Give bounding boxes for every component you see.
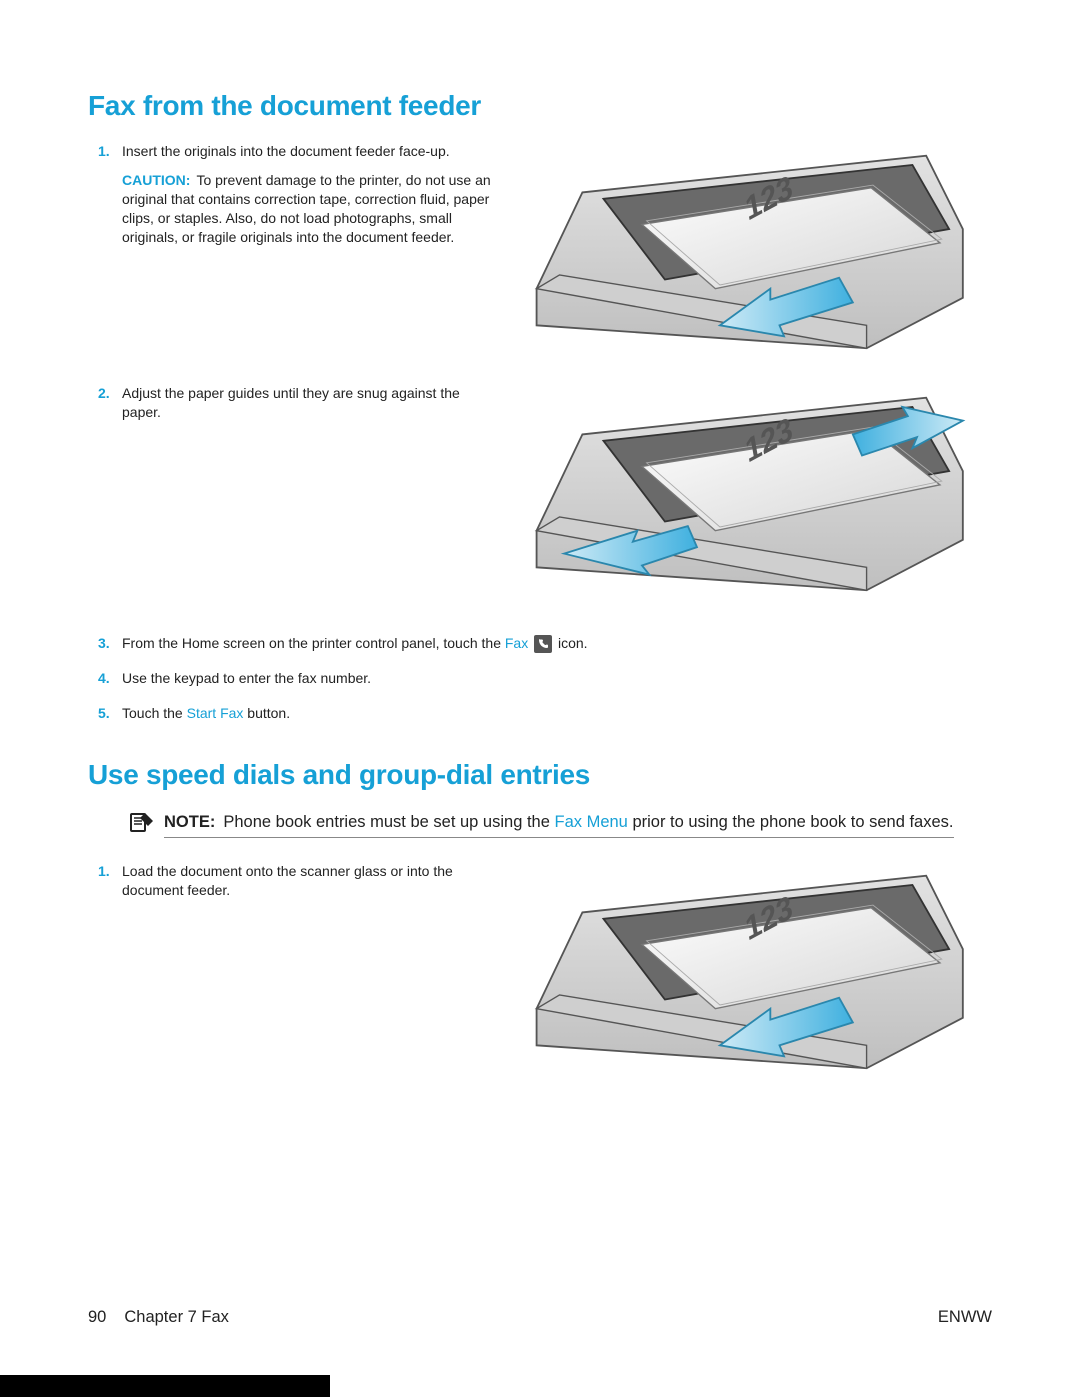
- note-text: prior to using the phone book to send fa…: [628, 813, 954, 831]
- start-fax-link: Start Fax: [187, 705, 244, 721]
- phone-icon: [534, 635, 552, 653]
- note-label: NOTE:: [164, 813, 215, 831]
- fax-link: Fax: [505, 635, 528, 651]
- fax-menu-link: Fax Menu: [554, 813, 627, 831]
- footer-right: ENWW: [938, 1308, 992, 1327]
- note-text: Phone book entries must be set up using …: [223, 813, 554, 831]
- step-number: 4.: [88, 669, 122, 688]
- step-number: 3.: [88, 634, 122, 653]
- page-number: 90: [88, 1308, 106, 1327]
- illustration-feeder-insert: 123: [512, 142, 992, 362]
- step-text: From the Home screen on the printer cont…: [122, 635, 505, 651]
- caution-label: CAUTION:: [122, 172, 190, 188]
- redaction-bar: [0, 1375, 330, 1397]
- section-title-2: Use speed dials and group-dial entries: [88, 759, 992, 791]
- step-number: 1.: [88, 862, 122, 881]
- step-text: Touch the: [122, 705, 187, 721]
- step-text: button.: [243, 705, 290, 721]
- step-number: 1.: [88, 142, 122, 161]
- step-text: Load the document onto the scanner glass…: [122, 863, 453, 898]
- illustration-feeder-guides: 123: [512, 384, 992, 604]
- section-title-1: Fax from the document feeder: [88, 90, 992, 122]
- step-text: Adjust the paper guides until they are s…: [122, 385, 460, 420]
- note-icon: [128, 811, 154, 833]
- step-text: Insert the originals into the document f…: [122, 143, 450, 159]
- step-text: Use the keypad to enter the fax number.: [122, 670, 371, 686]
- chapter-label: Chapter 7 Fax: [124, 1308, 229, 1327]
- step-number: 2.: [88, 384, 122, 403]
- illustration-feeder-load: 123: [512, 862, 992, 1082]
- step-text: icon.: [558, 635, 588, 651]
- page-footer: 90 Chapter 7 Fax ENWW: [88, 1308, 992, 1327]
- step-number: 5.: [88, 704, 122, 723]
